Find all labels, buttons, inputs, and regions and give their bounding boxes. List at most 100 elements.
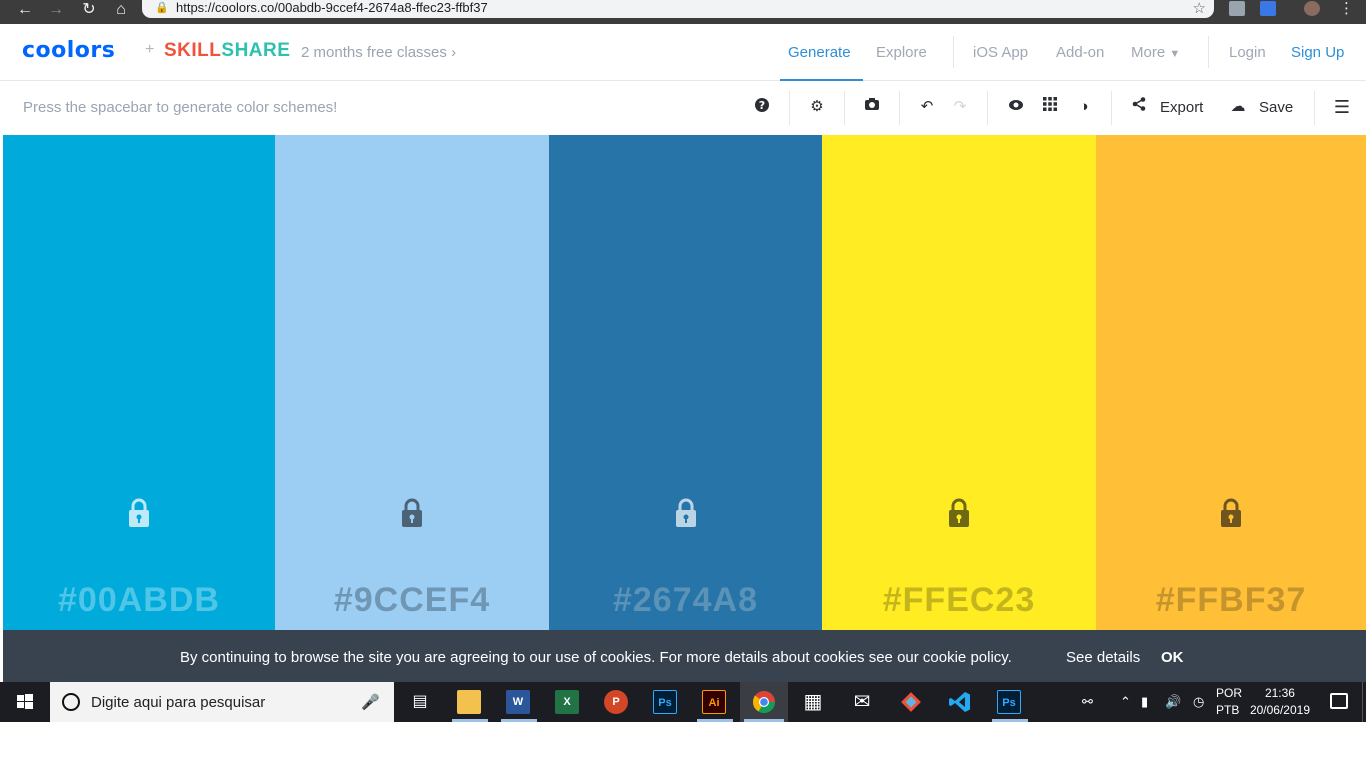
divider <box>953 36 954 68</box>
undo-icon[interactable]: ↶ <box>917 97 937 117</box>
task-view-icon[interactable]: ▤ <box>408 690 432 714</box>
share-icon[interactable] <box>1129 97 1149 117</box>
running-indicator <box>501 719 537 722</box>
photoshop-icon[interactable]: Ps <box>653 690 677 714</box>
color-swatch[interactable]: #2674A8 <box>549 135 822 630</box>
eye-icon[interactable] <box>1006 97 1026 117</box>
chevron-down-icon: ▼ <box>1169 48 1181 60</box>
running-indicator <box>697 719 733 722</box>
show-desktop-button[interactable] <box>1362 682 1366 722</box>
color-swatch[interactable]: #FFEC23 <box>822 135 1096 630</box>
calculator-icon[interactable]: ▦ <box>801 690 825 714</box>
divider <box>987 91 988 125</box>
profile-avatar[interactable] <box>1304 1 1320 16</box>
color-swatch[interactable]: #FFBF37 <box>1096 135 1366 630</box>
chevron-up-icon[interactable]: ⌃ <box>1120 694 1131 710</box>
lock-icon[interactable] <box>1219 498 1243 528</box>
svg-text:?: ? <box>759 99 765 112</box>
camera-icon[interactable] <box>862 97 882 117</box>
extension-icon[interactable] <box>1229 1 1245 16</box>
nav-generate[interactable]: Generate <box>788 44 851 61</box>
login-link[interactable]: Login <box>1229 44 1266 61</box>
kebab-menu-icon[interactable]: ⋮ <box>1339 0 1354 17</box>
lock-icon[interactable] <box>127 498 151 528</box>
word-icon[interactable]: W <box>506 690 530 714</box>
divider <box>789 91 790 125</box>
windows-taskbar: Digite aqui para pesquisar 🎤 ▤ W X P Ps … <box>0 682 1366 722</box>
lock-icon[interactable] <box>947 498 971 528</box>
export-button[interactable]: Export <box>1160 99 1203 116</box>
file-explorer-icon[interactable] <box>457 690 481 714</box>
hex-code[interactable]: #9CCEF4 <box>275 581 549 620</box>
excel-icon[interactable]: X <box>555 690 579 714</box>
battery-icon[interactable]: ▮ <box>1141 694 1148 710</box>
microphone-icon[interactable]: 🎤 <box>361 693 380 711</box>
chrome-icon[interactable] <box>752 690 776 714</box>
nav-more[interactable]: More ▼ <box>1131 44 1180 61</box>
forward-arrow-icon[interactable]: → <box>47 2 65 18</box>
nav-ios-app[interactable]: iOS App <box>973 44 1028 61</box>
language-indicator[interactable]: POR PTB <box>1216 685 1242 719</box>
address-bar[interactable]: 🔒 https://coolors.co/00abdb-9ccef4-2674a… <box>142 0 1214 18</box>
color-swatch[interactable]: #00ABDB <box>3 135 275 630</box>
mail-icon[interactable]: ✉ <box>850 690 874 714</box>
settings-gear-icon[interactable]: ⚙ <box>807 97 827 117</box>
cookie-banner: By continuing to browse the site you are… <box>3 630 1366 682</box>
divider <box>844 91 845 125</box>
windows-logo-icon <box>17 694 33 709</box>
url-text: https://coolors.co/00abdb-9ccef4-2674a8-… <box>176 0 488 15</box>
powerpoint-icon[interactable]: P <box>604 690 628 714</box>
redo-icon[interactable]: ↷ <box>950 97 970 117</box>
coolors-logo[interactable]: coolors <box>22 38 115 63</box>
generator-toolbar: Press the spacebar to generate color sch… <box>0 81 1366 135</box>
illustrator-icon[interactable]: Ai <box>702 690 726 714</box>
hex-code[interactable]: #FFBF37 <box>1096 581 1366 620</box>
lock-icon[interactable] <box>674 498 698 528</box>
lock-icon[interactable] <box>400 498 424 528</box>
promo-link[interactable]: 2 months free classes › <box>301 44 456 61</box>
running-indicator <box>744 719 784 722</box>
plus-sign: + <box>145 41 155 58</box>
help-icon[interactable]: ? <box>752 97 772 119</box>
taskbar-search[interactable]: Digite aqui para pesquisar 🎤 <box>50 682 394 722</box>
volume-icon[interactable]: 🔊 <box>1165 694 1181 710</box>
photoshop-icon[interactable]: Ps <box>997 690 1021 714</box>
nav-add-on[interactable]: Add-on <box>1056 44 1104 61</box>
chevron-right-icon: › <box>451 44 457 61</box>
save-button[interactable]: Save <box>1259 99 1293 116</box>
wifi-icon[interactable]: ◷ <box>1193 694 1204 710</box>
grid-icon[interactable] <box>1040 97 1060 117</box>
reload-icon[interactable]: ↻ <box>80 2 98 18</box>
hex-code[interactable]: #FFEC23 <box>822 581 1096 620</box>
lock-icon: 🔒 <box>155 2 169 14</box>
cookie-message: By continuing to browse the site you are… <box>180 649 1012 666</box>
system-clock[interactable]: 21:36 20/06/2019 <box>1250 685 1310 719</box>
action-center-icon[interactable] <box>1330 693 1348 709</box>
spacebar-hint: Press the spacebar to generate color sch… <box>23 99 338 116</box>
hex-code[interactable]: #2674A8 <box>549 581 822 620</box>
color-palette: #00ABDB #9CCEF4 #2674A8 #FFEC23 #FFBF37 <box>3 135 1366 630</box>
see-details-link[interactable]: See details <box>1066 649 1140 666</box>
start-button[interactable] <box>0 682 50 722</box>
contrast-icon[interactable]: ◑ <box>1074 97 1094 117</box>
nav-explore[interactable]: Explore <box>876 44 927 61</box>
divider <box>899 91 900 125</box>
divider <box>1208 36 1209 68</box>
people-icon[interactable]: ⚯ <box>1082 694 1093 710</box>
cookie-ok-button[interactable]: OK <box>1161 649 1184 666</box>
running-indicator <box>992 719 1028 722</box>
browser-toolbar: ← → ↻ ⌂ 🔒 https://coolors.co/00abdb-9cce… <box>0 0 1366 24</box>
back-arrow-icon[interactable]: ← <box>16 2 34 18</box>
home-icon[interactable]: ⌂ <box>112 2 130 18</box>
skillshare-logo[interactable]: SKILLSHARE <box>164 40 290 62</box>
translate-extension-icon[interactable] <box>1260 1 1276 16</box>
search-placeholder: Digite aqui para pesquisar <box>91 694 266 711</box>
cloud-upload-icon[interactable]: ☁ <box>1228 97 1248 117</box>
git-icon[interactable] <box>899 690 923 714</box>
bookmark-star-icon[interactable]: ☆ <box>1193 0 1206 17</box>
color-swatch[interactable]: #9CCEF4 <box>275 135 549 630</box>
hamburger-menu-icon[interactable]: ☰ <box>1332 97 1352 117</box>
signup-link[interactable]: Sign Up <box>1291 44 1344 61</box>
vscode-icon[interactable] <box>948 690 972 714</box>
hex-code[interactable]: #00ABDB <box>3 581 275 620</box>
